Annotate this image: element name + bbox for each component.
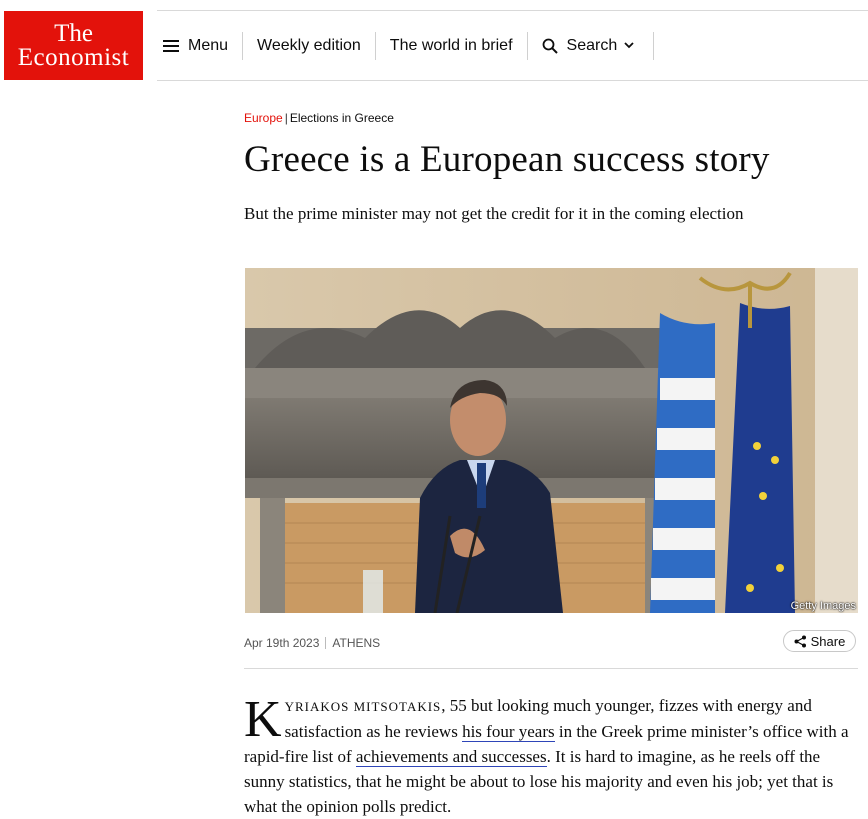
- share-icon: [794, 635, 806, 647]
- section-link[interactable]: Europe: [244, 111, 283, 125]
- article-rubric: Europe | Elections in Greece: [244, 111, 394, 125]
- header-bottom-divider: [157, 80, 868, 81]
- share-label: Share: [810, 633, 846, 649]
- topic-label: Elections in Greece: [289, 111, 394, 125]
- share-button[interactable]: Share: [783, 630, 856, 652]
- drop-cap: K: [244, 691, 282, 748]
- weekly-edition-link[interactable]: Weekly edition: [243, 31, 376, 60]
- article-body-paragraph: K YRIAKOS MITSOTAKIS, 55 but looking much…: [244, 693, 860, 819]
- chevron-down-icon: [624, 42, 634, 49]
- lead-smallcaps: YRIAKOS MITSOTAKIS: [284, 699, 442, 714]
- economist-logo[interactable]: The Economist: [4, 11, 143, 80]
- logo-line-2: Economist: [17, 43, 130, 71]
- rubric-separator: |: [284, 111, 288, 125]
- menu-button[interactable]: Menu: [157, 31, 244, 60]
- search-icon: [542, 38, 558, 54]
- achievements-link[interactable]: achievements and successes: [355, 747, 547, 767]
- article-meta: Apr 19th 2023 ATHENS: [244, 636, 380, 650]
- article-headline: Greece is a European success story: [244, 139, 770, 180]
- search-button[interactable]: Search: [528, 31, 655, 60]
- weekly-edition-label: Weekly edition: [257, 36, 361, 54]
- article-location: ATHENS: [332, 636, 381, 650]
- four-years-link[interactable]: his four years: [462, 722, 555, 742]
- world-in-brief-label: The world in brief: [389, 36, 513, 54]
- hamburger-icon: [163, 39, 179, 52]
- article-standfirst: But the prime minister may not get the c…: [244, 204, 744, 223]
- menu-label: Menu: [188, 36, 229, 54]
- article-photo: Getty Images: [245, 268, 858, 613]
- meta-divider-line: [244, 668, 858, 669]
- image-credit: Getty Images: [790, 600, 856, 612]
- logo-line-1: The: [54, 19, 93, 47]
- meta-divider: [325, 637, 327, 649]
- world-in-brief-link[interactable]: The world in brief: [376, 31, 528, 60]
- article-date: Apr 19th 2023: [244, 636, 320, 650]
- photo-illustration: [245, 268, 858, 613]
- search-label: Search: [566, 36, 618, 54]
- main-navigation: Menu Weekly edition The world in brief S…: [157, 11, 655, 80]
